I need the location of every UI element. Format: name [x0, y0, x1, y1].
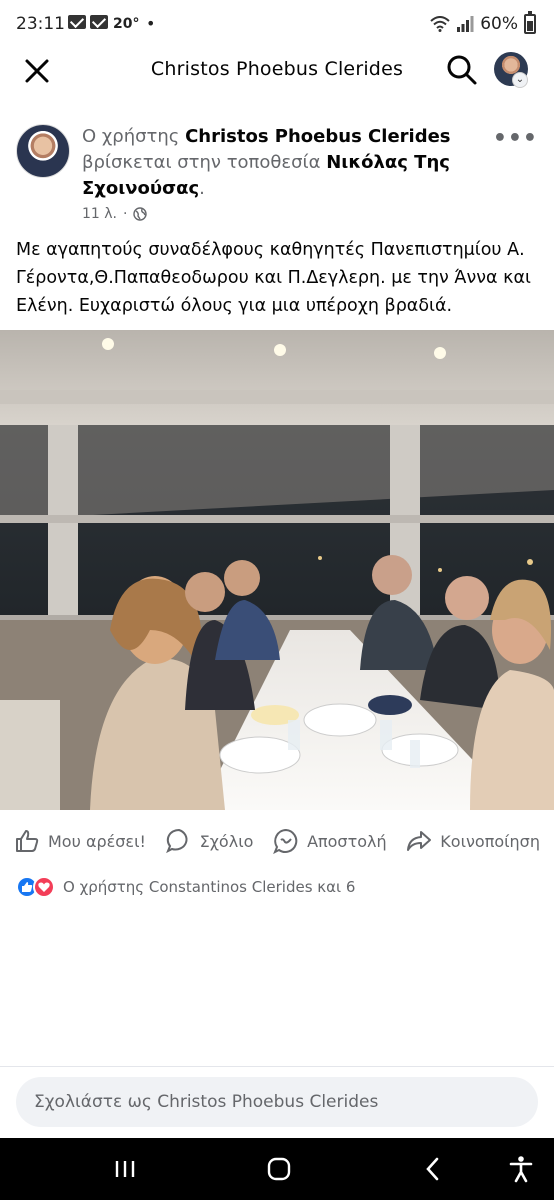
- thumbs-up-icon: [16, 830, 39, 852]
- comment-button[interactable]: Σχόλιο: [165, 828, 254, 854]
- chevron-down-icon[interactable]: ⌄: [512, 72, 528, 88]
- notification-icons: [68, 15, 108, 29]
- love-reaction-icon: [33, 876, 55, 898]
- post-header: Ο χρήστης Christos Phoebus Clerides βρίσ…: [0, 118, 554, 228]
- signal-icon: [457, 16, 474, 32]
- mail-icon: [68, 15, 86, 29]
- recent-apps-icon[interactable]: [110, 1154, 140, 1184]
- comment-icon: [165, 828, 188, 854]
- comment-area: Σχολιάστε ως Christos Phoebus Clerides: [0, 1066, 554, 1138]
- messenger-icon: [273, 828, 298, 854]
- post-action-bar: Μου αρέσει! Σχόλιο Αποστολή Κοινοποίηση: [0, 820, 554, 862]
- like-button[interactable]: Μου αρέσει!: [14, 828, 146, 854]
- accessibility-icon[interactable]: [506, 1154, 536, 1184]
- share-icon: [407, 831, 432, 851]
- reactions-text: Ο χρήστης Constantinos Clerides και 6: [63, 878, 356, 896]
- post-photo[interactable]: [0, 330, 554, 810]
- share-label: Κοινοποίηση: [440, 831, 540, 851]
- battery-icon: [524, 11, 536, 34]
- status-right: 60%: [430, 11, 536, 34]
- share-button[interactable]: Κοινοποίηση: [406, 828, 540, 854]
- post-header-text: Ο χρήστης Christos Phoebus Clerides βρίσ…: [82, 124, 502, 202]
- wifi-icon: [430, 16, 450, 32]
- status-dot: •: [146, 14, 156, 33]
- location-connector: βρίσκεται στην τοποθεσία: [82, 152, 327, 173]
- search-icon[interactable]: [446, 54, 478, 86]
- post-time[interactable]: 11 λ.: [82, 206, 117, 222]
- home-icon[interactable]: [264, 1154, 294, 1184]
- reactions-summary[interactable]: Ο χρήστης Constantinos Clerides και 6: [16, 876, 355, 898]
- comment-input[interactable]: Σχολιάστε ως Christos Phoebus Clerides: [16, 1077, 538, 1127]
- mail-icon: [90, 15, 108, 29]
- more-options-icon[interactable]: •••: [493, 126, 538, 151]
- battery-percent: 60%: [480, 14, 518, 34]
- meta-separator: ·: [123, 206, 128, 222]
- like-label: Μου αρέσει!: [48, 831, 146, 851]
- status-temperature: 20°: [113, 16, 140, 32]
- comment-label: Σχόλιο: [199, 831, 254, 851]
- status-time: 23:11: [16, 14, 65, 34]
- post-text: Με αγαπητούς συναδέλφους καθηγητές Πανεπ…: [16, 240, 531, 316]
- back-icon[interactable]: [418, 1154, 448, 1184]
- author-name[interactable]: Christos Phoebus Clerides: [185, 126, 450, 147]
- header-prefix: Ο χρήστης: [82, 126, 186, 147]
- send-label: Αποστολή: [307, 831, 387, 851]
- globe-icon: [133, 207, 148, 221]
- status-bar: 23:11 20° • 60%: [0, 0, 554, 52]
- author-avatar[interactable]: [16, 124, 70, 178]
- top-app-bar: Christos Phoebus Clerides ⌄: [0, 52, 554, 92]
- header-suffix: .: [199, 178, 205, 199]
- reaction-icons: [16, 876, 55, 898]
- send-button[interactable]: Αποστολή: [273, 828, 387, 854]
- post-meta: 11 λ. ·: [82, 206, 148, 222]
- system-nav-bar: [0, 1138, 554, 1200]
